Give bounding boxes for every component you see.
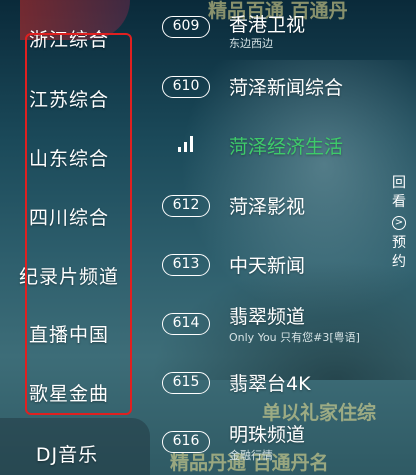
channel-program: 东边西边: [229, 37, 273, 50]
channel-row[interactable]: 615 翡翠台4K: [160, 362, 380, 412]
channel-number-badge: 616: [162, 431, 210, 453]
channel-name: 香港卫视: [229, 14, 306, 36]
reserve-button[interactable]: 预约: [391, 234, 407, 272]
channel-program: Only You 只有您#3[粤语]: [229, 331, 360, 344]
channel-row[interactable]: 613 中天新闻: [160, 246, 380, 296]
channel-name: 菏泽新闻综合: [229, 77, 344, 99]
channel-row[interactable]: 610 菏泽新闻综合: [160, 67, 380, 117]
channel-row[interactable]: 609 香港卫视 东边西边: [160, 8, 380, 58]
channel-number-badge: 615: [162, 372, 210, 394]
channel-number-badge: 614: [162, 313, 210, 335]
channel-row[interactable]: 616 明珠频道 金融行情: [160, 420, 380, 470]
focus-highlight-box: [25, 33, 132, 415]
channel-number-badge: 610: [162, 76, 210, 98]
channel-name: 翡翠频道: [229, 306, 306, 328]
channel-program: 金融行情: [229, 449, 273, 462]
channel-row[interactable]: 614 翡翠频道 Only You 只有您#3[粤语]: [160, 303, 380, 353]
channel-name: 菏泽经济生活: [229, 136, 344, 158]
category-item[interactable]: DJ音乐: [0, 440, 136, 467]
side-actions: 回看 > 预约: [384, 174, 414, 272]
channel-row[interactable]: 612 菏泽影视: [160, 186, 380, 236]
signal-bars-icon: [178, 134, 198, 152]
replay-button[interactable]: 回看: [391, 174, 407, 212]
channel-row-active[interactable]: 菏泽经济生活: [160, 128, 380, 178]
channel-number-badge: 613: [162, 254, 210, 276]
channel-number-badge: 609: [162, 16, 210, 38]
channel-number-badge: 612: [162, 195, 210, 217]
channel-name: 中天新闻: [229, 255, 306, 277]
channel-name: 菏泽影视: [229, 196, 306, 218]
chevron-right-icon[interactable]: >: [392, 216, 406, 230]
channel-name: 明珠频道: [229, 424, 306, 446]
channel-name: 翡翠台4K: [229, 373, 311, 395]
